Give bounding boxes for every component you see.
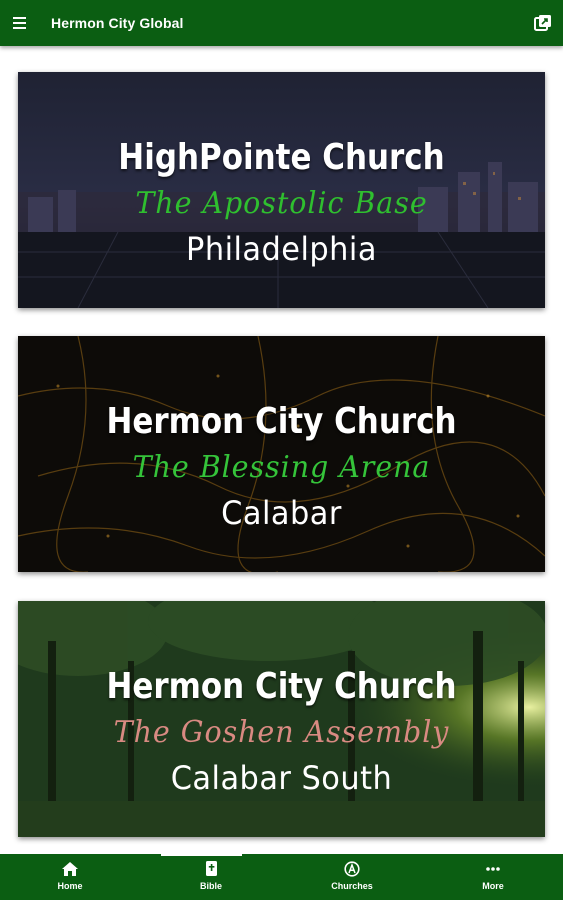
nav-more[interactable]: More: [423, 854, 563, 900]
hamburger-menu-icon[interactable]: [10, 13, 30, 33]
churches-icon: [344, 861, 360, 877]
card-title: Hermon City Church: [106, 401, 457, 442]
app-bar: Hermon City Global: [0, 0, 563, 46]
nav-more-label: More: [482, 881, 504, 891]
nav-churches-label: Churches: [331, 881, 373, 891]
church-card-hermon-calabar[interactable]: Hermon City Church The Blessing Arena Ca…: [18, 336, 545, 572]
card-city: Calabar South: [170, 759, 393, 797]
bottom-navigation: Home Bible Churches More: [0, 854, 563, 900]
card-subtitle: The Apostolic Base: [135, 186, 428, 221]
church-card-hermon-calabar-south[interactable]: Hermon City Church The Goshen Assembly C…: [18, 601, 545, 837]
nav-home[interactable]: Home: [0, 854, 140, 900]
more-icon: [486, 867, 500, 871]
nav-churches[interactable]: Churches: [282, 854, 422, 900]
app-title: Hermon City Global: [51, 15, 184, 31]
card-title: HighPointe Church: [118, 137, 445, 178]
nav-bible-label: Bible: [199, 881, 222, 891]
nav-bible[interactable]: Bible: [141, 854, 281, 900]
church-list[interactable]: HighPointe Church The Apostolic Base Phi…: [0, 46, 563, 854]
home-icon: [62, 862, 78, 876]
card-subtitle: The Goshen Assembly: [113, 715, 450, 750]
nav-home-label: Home: [57, 881, 83, 891]
card-city: Calabar: [221, 494, 342, 532]
card-subtitle: The Blessing Arena: [132, 450, 431, 485]
bible-icon: [206, 861, 217, 876]
card-title: Hermon City Church: [106, 666, 457, 707]
church-card-highpointe[interactable]: HighPointe Church The Apostolic Base Phi…: [18, 72, 545, 308]
share-icon[interactable]: [534, 14, 552, 32]
card-city: Philadelphia: [186, 230, 377, 268]
